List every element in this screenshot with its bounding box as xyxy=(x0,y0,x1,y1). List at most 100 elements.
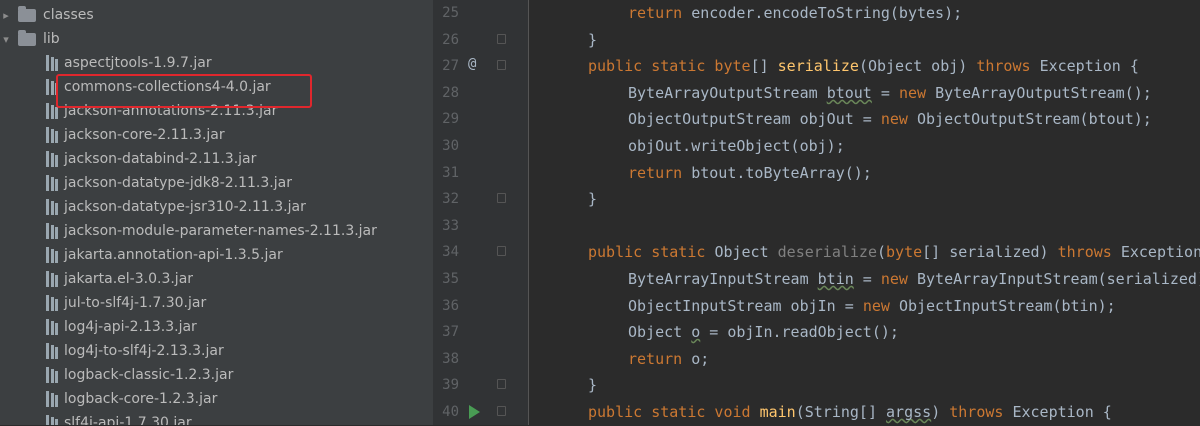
code-token: = objIn.readObject(); xyxy=(700,323,899,342)
code-token: o; xyxy=(691,349,710,368)
jar-icon xyxy=(46,175,58,191)
code-line[interactable]: Object o = objIn.readObject(); xyxy=(628,319,899,346)
fold-icon[interactable] xyxy=(497,60,506,71)
fold-icon[interactable] xyxy=(497,33,506,44)
code-line[interactable]: ObjectInputStream objIn = new ObjectInpu… xyxy=(628,293,1116,320)
code-token: new xyxy=(862,296,899,315)
jar-icon xyxy=(46,55,58,71)
jar-item[interactable]: jul-to-slf4j-1.7.30.jar xyxy=(0,291,433,315)
folder-icon xyxy=(18,29,36,46)
fold-icon[interactable] xyxy=(497,379,506,390)
code-token: = xyxy=(853,270,881,288)
chevron-down-icon[interactable]: ▾ xyxy=(0,33,12,46)
jar-item[interactable]: log4j-to-slf4j-2.13.3.jar xyxy=(0,339,433,363)
code-token: Exception { xyxy=(1039,57,1139,76)
gutter-line: 29 xyxy=(433,106,528,133)
gutter-line: 26 xyxy=(433,27,528,54)
code-editor[interactable]: return encoder.encodeToString(bytes);} pu… xyxy=(528,0,1200,425)
code-token: ObjectOutputStream(btout); xyxy=(917,110,1152,129)
gutter-line: 38 xyxy=(433,346,528,373)
line-number: 26 xyxy=(442,31,459,48)
code-line[interactable]: public static Object deserialize(byte[] … xyxy=(588,239,1200,266)
code-line[interactable]: return btout.toByteArray(); xyxy=(628,160,872,187)
jar-item[interactable]: log4j-api-2.13.3.jar xyxy=(0,315,433,339)
gutter-line: 37 xyxy=(433,319,528,346)
jar-item[interactable]: logback-core-1.2.3.jar xyxy=(0,387,433,411)
code-line[interactable]: ByteArrayInputStream btin = new ByteArra… xyxy=(628,266,1200,293)
code-token: } xyxy=(588,30,598,49)
annotation-marker-icon[interactable]: @ xyxy=(468,56,476,72)
code-line[interactable]: public static byte[] serialize(Object ob… xyxy=(588,53,1139,80)
code-token: btout.toByteArray(); xyxy=(691,163,872,182)
code-token: ObjectInputStream objIn = xyxy=(628,296,863,315)
jar-icon xyxy=(46,247,58,263)
code-line[interactable]: ObjectOutputStream objOut = new ObjectOu… xyxy=(628,106,1152,133)
tree-folder-label: lib xyxy=(43,31,60,47)
jar-icon xyxy=(46,367,58,383)
code-token: public static byte xyxy=(588,57,751,76)
project-tree: ▸ classes ▾ lib aspectjtools-1.9.7.jar co… xyxy=(0,0,433,425)
jar-item[interactable]: jackson-core-2.11.3.jar xyxy=(0,123,433,147)
code-token: argss xyxy=(886,403,932,421)
code-line[interactable]: } xyxy=(588,186,597,213)
code-line[interactable]: ByteArrayOutputStream btout = new ByteAr… xyxy=(628,80,1152,107)
tree-folder-classes[interactable]: ▸ classes xyxy=(0,3,433,27)
code-token: ( xyxy=(877,243,887,262)
code-token: serialize xyxy=(777,57,859,76)
code-token: return xyxy=(628,349,692,368)
code-token: return xyxy=(628,163,692,182)
jar-icon xyxy=(46,295,58,311)
code-line[interactable]: return o; xyxy=(628,346,709,373)
jar-item[interactable]: logback-classic-1.2.3.jar xyxy=(0,363,433,387)
code-token: (String[] xyxy=(795,403,887,421)
code-token: byte xyxy=(886,243,923,262)
run-icon[interactable] xyxy=(469,405,480,419)
code-token: ByteArrayInputStream(serialized) xyxy=(917,270,1200,288)
line-number: 40 xyxy=(442,404,459,420)
jar-label: jackson-datatype-jsr310-2.11.3.jar xyxy=(64,199,306,215)
code-token: ByteArrayInputStream xyxy=(628,270,818,288)
code-token: Exception xyxy=(1120,243,1200,262)
jar-icon xyxy=(46,199,58,215)
jar-item[interactable]: jakarta.annotation-api-1.3.5.jar xyxy=(0,243,433,267)
jar-label: jul-to-slf4j-1.7.30.jar xyxy=(64,295,207,311)
fold-icon[interactable] xyxy=(497,193,506,204)
code-token: } xyxy=(588,376,598,395)
code-line[interactable]: public static void main(String[] argss) … xyxy=(588,399,1112,425)
code-token: Object xyxy=(714,243,778,262)
jar-item[interactable]: jackson-datatype-jdk8-2.11.3.jar xyxy=(0,171,433,195)
chevron-right-icon[interactable]: ▸ xyxy=(0,9,12,22)
code-token: ObjectInputStream(btin); xyxy=(898,296,1116,315)
jar-label: log4j-api-2.13.3.jar xyxy=(64,319,197,335)
fold-icon[interactable] xyxy=(497,246,506,257)
line-number: 30 xyxy=(442,138,459,154)
code-line[interactable]: return encoder.encodeToString(bytes); xyxy=(628,0,962,27)
code-line[interactable]: objOut.writeObject(obj); xyxy=(628,133,845,160)
code-token: new xyxy=(898,83,936,102)
code-token: ByteArrayOutputStream xyxy=(628,83,827,102)
code-token: [] xyxy=(750,57,778,76)
code-token: ObjectOutputStream objOut = xyxy=(628,110,881,129)
code-token: deserialize xyxy=(777,243,877,262)
fold-icon[interactable] xyxy=(497,406,506,416)
code-token: (Object obj) xyxy=(858,57,977,76)
line-number: 33 xyxy=(442,217,459,234)
jar-item[interactable]: slf4j-api-1.7.30.jar xyxy=(0,411,433,425)
jar-label: jackson-core-2.11.3.jar xyxy=(64,127,225,143)
jar-icon xyxy=(46,391,58,407)
gutter-line: 40 xyxy=(433,399,528,426)
code-line[interactable]: } xyxy=(588,27,597,54)
jar-item[interactable]: jackson-module-parameter-names-2.11.3.ja… xyxy=(0,219,433,243)
line-number: 27 xyxy=(442,58,459,75)
code-token: } xyxy=(588,190,598,209)
jar-item[interactable]: jackson-databind-2.11.3.jar xyxy=(0,147,433,171)
line-number: 35 xyxy=(442,271,459,287)
gutter-line: 30 xyxy=(433,133,528,160)
code-line[interactable]: } xyxy=(588,372,597,399)
jar-item[interactable]: aspectjtools-1.9.7.jar xyxy=(0,51,433,75)
tree-folder-lib[interactable]: ▾ lib xyxy=(0,27,433,51)
jar-item[interactable]: jakarta.el-3.0.3.jar xyxy=(0,267,433,291)
highlight-box xyxy=(56,74,312,108)
gutter-line: 33 xyxy=(433,213,528,240)
jar-item[interactable]: jackson-datatype-jsr310-2.11.3.jar xyxy=(0,195,433,219)
